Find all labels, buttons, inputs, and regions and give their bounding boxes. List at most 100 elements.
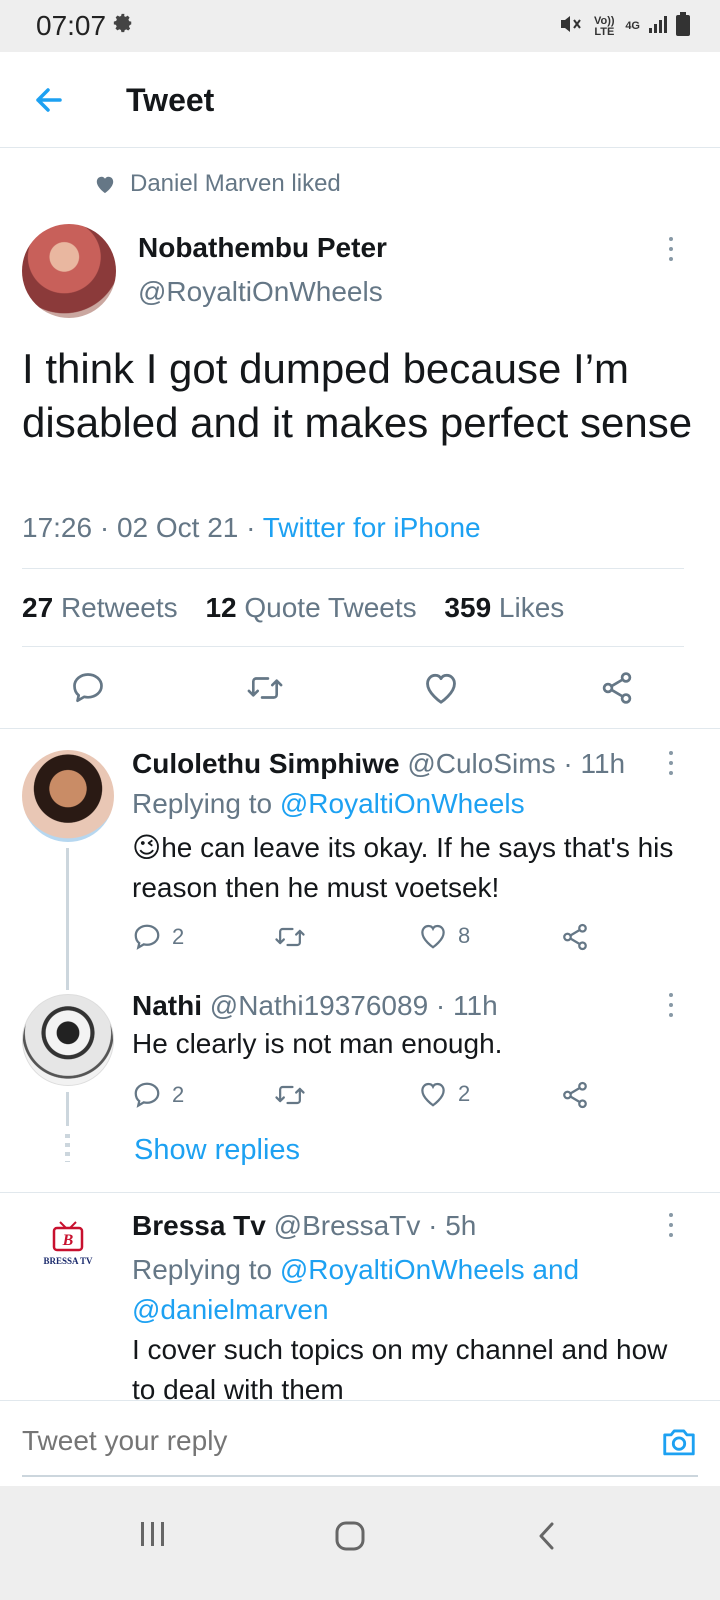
page-title: Tweet	[126, 82, 215, 118]
home-icon	[335, 1521, 365, 1551]
reply-actions: 2 2	[132, 1080, 720, 1116]
reply-author-name[interactable]: Bressa Tv	[132, 1210, 266, 1241]
volte-indicator: Vo)) LTE	[594, 14, 615, 38]
reply-text: I cover such topics on my channel and ho…	[132, 1334, 668, 1405]
tweet-stats: 27 Retweets 12 Quote Tweets 359 Likes	[22, 592, 564, 624]
reply-reply-button[interactable]: 2	[132, 1080, 184, 1110]
wink-emoji-icon: 😉	[132, 832, 162, 863]
author-name[interactable]: Nobathembu Peter	[138, 232, 387, 264]
replying-to-link[interactable]: @RoyaltiOnWheels	[280, 788, 525, 819]
share-icon	[563, 923, 587, 951]
retweet-icon	[275, 927, 305, 947]
reply-author-name[interactable]: Nathi	[132, 990, 202, 1021]
signal-icon	[648, 14, 668, 39]
reply-more-button[interactable]	[663, 1210, 679, 1240]
reply-count: 2	[172, 924, 185, 949]
share-button[interactable]	[598, 670, 638, 710]
share-icon	[602, 672, 632, 704]
reply-avatar[interactable]	[22, 750, 114, 842]
reply-bubble-icon	[134, 924, 160, 950]
tweet-timestamp: 17:26 · 02 Oct 21 ·	[22, 512, 263, 543]
status-icons: Vo)) LTE 4G	[559, 12, 690, 41]
back-button[interactable]	[30, 78, 70, 122]
reply-header: Nathi @Nathi19376089 · 11h	[132, 990, 498, 1022]
like-button[interactable]	[422, 670, 462, 710]
reply-more-button[interactable]	[663, 748, 679, 778]
retweet-icon	[275, 1085, 305, 1105]
reply-header: Bressa Tv @BressaTv · 5h	[132, 1210, 476, 1242]
replying-to: Replying to @RoyaltiOnWheels	[132, 788, 525, 820]
chevron-left-icon	[539, 1522, 554, 1550]
network-4g-indicator: 4G	[625, 20, 640, 32]
reply-composer	[0, 1400, 720, 1486]
tweet-action-bar	[0, 664, 720, 728]
retweets-label: Retweets	[60, 592, 178, 623]
battery-icon	[676, 12, 690, 41]
bressa-tv-logo-text: BRESSA TV	[43, 1256, 93, 1266]
replying-to: Replying to @RoyaltiOnWheels and @daniel…	[132, 1250, 672, 1330]
retweet-button[interactable]	[246, 670, 286, 710]
status-time: 07:07	[36, 10, 107, 41]
reply-more-button[interactable]	[663, 990, 679, 1020]
author-handle[interactable]: @RoyaltiOnWheels	[138, 276, 383, 308]
system-nav-bar	[0, 1486, 720, 1600]
reply-text: He clearly is not man enough.	[132, 1028, 503, 1059]
back-arrow-icon	[36, 88, 62, 112]
system-back-button[interactable]	[536, 1520, 558, 1557]
top-app-bar: Tweet	[0, 52, 720, 148]
reply-bubble-icon	[73, 673, 103, 703]
replying-prefix: Replying to	[132, 788, 280, 819]
reply-input-underline	[22, 1475, 698, 1477]
heart-outline-icon	[421, 924, 445, 949]
svg-text:B: B	[62, 1232, 74, 1249]
likes-stat[interactable]: 359 Likes	[444, 592, 564, 623]
reply-count: 2	[172, 1082, 185, 1107]
thread-more-dots	[65, 1134, 70, 1162]
reply-text: 😉he can leave its okay. If he says that'…	[132, 828, 692, 908]
show-replies-link[interactable]: Show replies	[134, 1134, 300, 1167]
reply-share-button[interactable]	[560, 922, 590, 952]
reply-retweet-button[interactable]	[274, 922, 306, 952]
tweet-source-link[interactable]: Twitter for iPhone	[263, 512, 481, 543]
tweet-more-button[interactable]	[663, 234, 679, 264]
quotes-count: 12	[205, 592, 237, 623]
like-count: 8	[458, 923, 471, 948]
reply-like-button[interactable]: 2	[418, 1080, 470, 1108]
camera-button[interactable]	[660, 1423, 698, 1466]
reply-share-button[interactable]	[560, 1080, 590, 1110]
retweet-icon	[247, 677, 283, 699]
like-count: 2	[458, 1081, 471, 1106]
reply-avatar[interactable]	[22, 994, 114, 1086]
likes-label: Likes	[498, 592, 565, 623]
reply-header: Culolethu Simphiwe @CuloSims · 11h	[132, 748, 625, 780]
retweets-count: 27	[22, 592, 54, 623]
author-avatar[interactable]	[22, 224, 116, 318]
reply-body: he can leave its okay. If he says that's…	[132, 832, 674, 903]
reply-handle-time[interactable]: @CuloSims · 11h	[407, 748, 625, 779]
tweet-meta: 17:26 · 02 Oct 21 · Twitter for iPhone	[22, 512, 481, 544]
home-button[interactable]	[334, 1520, 366, 1557]
recent-apps-icon	[141, 1522, 164, 1546]
thread-connector	[66, 848, 69, 990]
quotes-stat[interactable]: 12 Quote Tweets	[205, 592, 416, 623]
reply-like-button[interactable]: 8	[418, 922, 470, 950]
retweets-stat[interactable]: 27 Retweets	[22, 592, 178, 623]
reply-author-name[interactable]: Culolethu Simphiwe	[132, 748, 400, 779]
recent-apps-button[interactable]	[138, 1520, 168, 1553]
share-icon	[563, 1081, 587, 1109]
reply-retweet-button[interactable]	[274, 1080, 306, 1110]
reply-button[interactable]	[70, 670, 110, 710]
reply-handle-time[interactable]: @BressaTv · 5h	[274, 1210, 477, 1241]
reply-handle-time[interactable]: @Nathi19376089 · 11h	[210, 990, 498, 1021]
reply-input[interactable]	[22, 1425, 622, 1457]
social-context-text: Daniel Marven liked	[130, 170, 341, 197]
divider	[22, 568, 684, 569]
camera-icon	[663, 1429, 695, 1456]
replying-prefix: Replying to	[132, 1254, 280, 1285]
reply-avatar[interactable]: B BRESSA TV	[22, 1214, 114, 1306]
divider	[0, 728, 720, 729]
likes-count: 359	[444, 592, 492, 623]
reply-reply-button[interactable]: 2	[132, 922, 184, 952]
quotes-label: Quote Tweets	[244, 592, 417, 623]
heart-filled-icon	[96, 176, 114, 194]
